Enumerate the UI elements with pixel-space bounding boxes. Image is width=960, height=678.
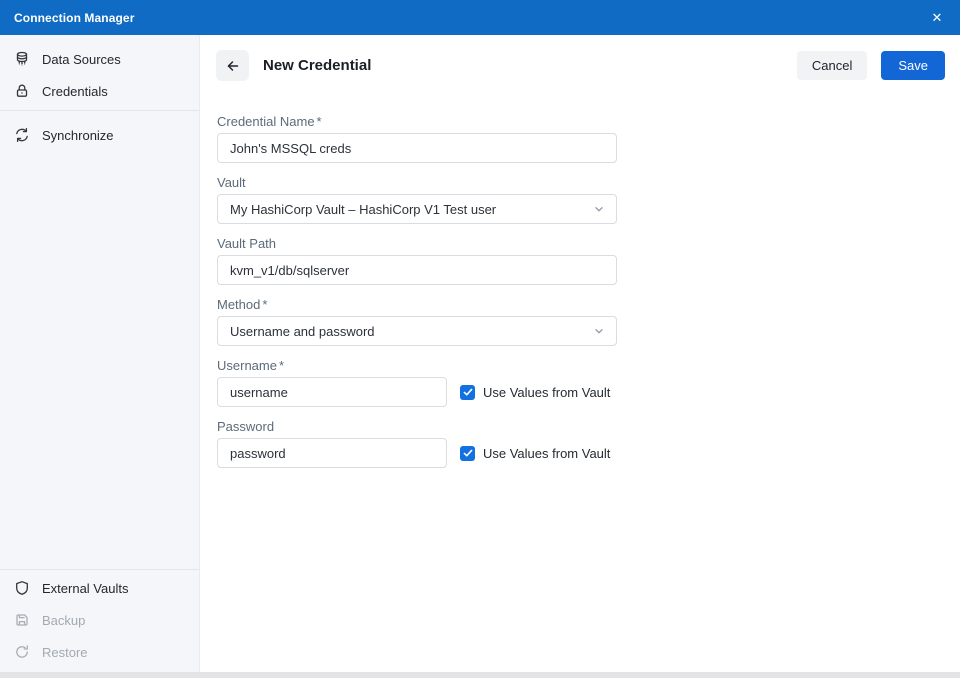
sidebar-item-external-vaults[interactable]: External Vaults — [0, 572, 199, 604]
sidebar-item-label: Restore — [42, 645, 88, 660]
database-server-icon — [14, 51, 30, 67]
checkbox-checked-icon — [460, 385, 475, 400]
window-title: Connection Manager — [0, 11, 134, 25]
sidebar-group-middle: Synchronize — [0, 111, 199, 154]
checkbox-label: Use Values from Vault — [483, 385, 610, 400]
new-credential-form: Credential Name* Vault My HashiCorp Vaul… — [200, 81, 960, 480]
sidebar-item-label: Backup — [42, 613, 85, 628]
restore-icon — [14, 644, 30, 660]
username-group: Username* Use Values from Vault — [217, 358, 960, 407]
password-use-vault-checkbox[interactable]: Use Values from Vault — [460, 446, 610, 461]
sidebar-item-restore: Restore — [0, 636, 199, 668]
credential-name-input[interactable] — [217, 133, 617, 163]
lock-icon — [14, 83, 30, 99]
vault-path-group: Vault Path — [217, 236, 960, 285]
required-asterisk: * — [317, 114, 322, 129]
vault-selected-value: My HashiCorp Vault – HashiCorp V1 Test u… — [230, 202, 592, 217]
sidebar-group-top: Data Sources Credentials — [0, 35, 199, 110]
shield-icon — [14, 580, 30, 596]
sidebar: Data Sources Credentials — [0, 35, 200, 672]
close-icon[interactable]: ✕ — [914, 0, 960, 35]
main-content: New Credential Cancel Save Credential Na… — [200, 35, 960, 672]
save-button[interactable]: Save — [881, 51, 945, 80]
sidebar-group-bottom: External Vaults Backup — [0, 570, 199, 672]
vault-group: Vault My HashiCorp Vault – HashiCorp V1 … — [217, 175, 960, 224]
window-bottom-edge — [0, 672, 960, 678]
sidebar-item-label: Credentials — [42, 84, 108, 99]
required-asterisk: * — [279, 358, 284, 373]
credential-name-group: Credential Name* — [217, 114, 960, 163]
sidebar-item-synchronize[interactable]: Synchronize — [0, 119, 199, 151]
sidebar-item-label: External Vaults — [42, 581, 128, 596]
page-title: New Credential — [263, 57, 371, 74]
method-selected-value: Username and password — [230, 324, 592, 339]
username-use-vault-checkbox[interactable]: Use Values from Vault — [460, 385, 610, 400]
label-text: Vault — [217, 175, 246, 190]
vault-path-input[interactable] — [217, 255, 617, 285]
password-group: Password Use Values from Vault — [217, 419, 960, 468]
floppy-icon — [14, 612, 30, 628]
label-text: Method — [217, 297, 260, 312]
vault-label: Vault — [217, 175, 960, 191]
sidebar-item-data-sources[interactable]: Data Sources — [0, 43, 199, 75]
password-label: Password — [217, 419, 960, 435]
vault-path-label: Vault Path — [217, 236, 960, 252]
required-asterisk: * — [262, 297, 267, 312]
connection-manager-window: Connection Manager ✕ — [0, 0, 960, 678]
back-button[interactable] — [216, 50, 249, 81]
sidebar-item-credentials[interactable]: Credentials — [0, 75, 199, 107]
sidebar-item-label: Data Sources — [42, 52, 121, 67]
label-text: Credential Name — [217, 114, 315, 129]
label-text: Password — [217, 419, 274, 434]
checkbox-label: Use Values from Vault — [483, 446, 610, 461]
sidebar-spacer — [0, 154, 199, 569]
cancel-button[interactable]: Cancel — [797, 51, 867, 80]
label-text: Vault Path — [217, 236, 276, 251]
method-group: Method* Username and password — [217, 297, 960, 346]
arrow-left-icon — [225, 58, 241, 74]
chevron-down-icon — [592, 202, 606, 216]
username-input[interactable] — [217, 377, 447, 407]
chevron-down-icon — [592, 324, 606, 338]
main-header: New Credential Cancel Save — [200, 35, 960, 81]
credential-name-label: Credential Name* — [217, 114, 960, 130]
vault-select[interactable]: My HashiCorp Vault – HashiCorp V1 Test u… — [217, 194, 617, 224]
label-text: Username — [217, 358, 277, 373]
titlebar: Connection Manager ✕ — [0, 0, 960, 35]
username-label: Username* — [217, 358, 960, 374]
sidebar-item-label: Synchronize — [42, 128, 114, 143]
sync-icon — [14, 127, 30, 143]
password-input[interactable] — [217, 438, 447, 468]
method-select[interactable]: Username and password — [217, 316, 617, 346]
checkbox-checked-icon — [460, 446, 475, 461]
sidebar-item-backup: Backup — [0, 604, 199, 636]
method-label: Method* — [217, 297, 960, 313]
